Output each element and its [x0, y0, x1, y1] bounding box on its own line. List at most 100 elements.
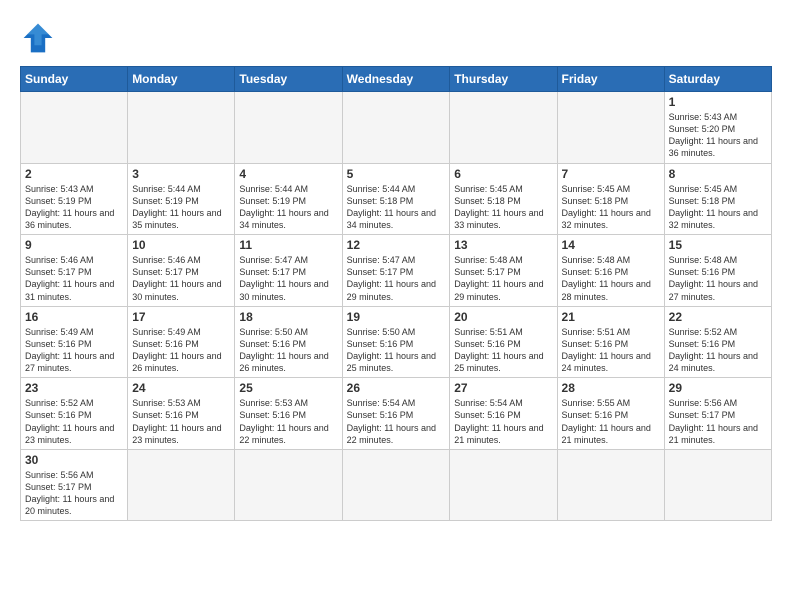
calendar-cell: 6 Sunrise: 5:45 AMSunset: 5:18 PMDaylight… [450, 163, 557, 235]
calendar-week-row: 23Sunrise: 5:52 AMSunset: 5:16 PMDayligh… [21, 378, 772, 450]
calendar-cell: 8 Sunrise: 5:45 AMSunset: 5:18 PMDaylight… [664, 163, 771, 235]
cell-content: Sunrise: 5:48 AMSunset: 5:16 PMDaylight:… [669, 254, 767, 303]
calendar-cell: 15Sunrise: 5:48 AMSunset: 5:16 PMDayligh… [664, 235, 771, 307]
calendar-cell: 11 Sunrise: 5:47 AMSunset: 5:17 PMDayligh… [235, 235, 342, 307]
calendar-table: SundayMondayTuesdayWednesdayThursdayFrid… [20, 66, 772, 521]
cell-content: Sunrise: 5:49 AMSunset: 5:16 PMDaylight:… [132, 326, 230, 375]
cell-content: Sunrise: 5:51 AMSunset: 5:16 PMDaylight:… [562, 326, 660, 375]
day-number: 14 [562, 238, 660, 252]
cell-content: Sunrise: 5:56 AMSunset: 5:17 PMDaylight:… [25, 469, 123, 518]
day-number: 26 [347, 381, 446, 395]
day-number: 1 [669, 95, 767, 109]
calendar-cell: 1 Sunrise: 5:43 AMSunset: 5:20 PMDaylight… [664, 92, 771, 164]
cell-content: Sunrise: 5:56 AMSunset: 5:17 PMDaylight:… [669, 397, 767, 446]
cell-content: Sunrise: 5:46 AMSunset: 5:17 PMDaylight:… [25, 254, 123, 303]
calendar-week-row: 2 Sunrise: 5:43 AMSunset: 5:19 PMDaylight… [21, 163, 772, 235]
calendar-cell: 10 Sunrise: 5:46 AMSunset: 5:17 PMDayligh… [128, 235, 235, 307]
day-number: 5 [347, 167, 446, 181]
day-number: 22 [669, 310, 767, 324]
cell-content: Sunrise: 5:46 AMSunset: 5:17 PMDaylight:… [132, 254, 230, 303]
calendar-cell [557, 92, 664, 164]
day-number: 10 [132, 238, 230, 252]
cell-content: Sunrise: 5:47 AMSunset: 5:17 PMDaylight:… [347, 254, 446, 303]
day-number: 11 [239, 238, 337, 252]
day-number: 18 [239, 310, 337, 324]
calendar-header-row: SundayMondayTuesdayWednesdayThursdayFrid… [21, 67, 772, 92]
calendar-week-row: 1 Sunrise: 5:43 AMSunset: 5:20 PMDaylight… [21, 92, 772, 164]
calendar-cell: 19 Sunrise: 5:50 AMSunset: 5:16 PMDayligh… [342, 306, 450, 378]
day-header-thursday: Thursday [450, 67, 557, 92]
day-number: 8 [669, 167, 767, 181]
cell-content: Sunrise: 5:50 AMSunset: 5:16 PMDaylight:… [239, 326, 337, 375]
calendar-cell [128, 92, 235, 164]
cell-content: Sunrise: 5:45 AMSunset: 5:18 PMDaylight:… [454, 183, 552, 232]
calendar-cell: 7Sunrise: 5:45 AMSunset: 5:18 PMDaylight… [557, 163, 664, 235]
calendar-cell: 22 Sunrise: 5:52 AMSunset: 5:16 PMDayligh… [664, 306, 771, 378]
day-number: 6 [454, 167, 552, 181]
cell-content: Sunrise: 5:43 AMSunset: 5:19 PMDaylight:… [25, 183, 123, 232]
cell-content: Sunrise: 5:48 AMSunset: 5:16 PMDaylight:… [562, 254, 660, 303]
cell-content: Sunrise: 5:48 AMSunset: 5:17 PMDaylight:… [454, 254, 552, 303]
calendar-cell [664, 449, 771, 521]
day-number: 24 [132, 381, 230, 395]
day-number: 19 [347, 310, 446, 324]
cell-content: Sunrise: 5:55 AMSunset: 5:16 PMDaylight:… [562, 397, 660, 446]
day-header-saturday: Saturday [664, 67, 771, 92]
day-number: 9 [25, 238, 123, 252]
day-number: 4 [239, 167, 337, 181]
calendar-cell [235, 449, 342, 521]
day-number: 17 [132, 310, 230, 324]
cell-content: Sunrise: 5:52 AMSunset: 5:16 PMDaylight:… [669, 326, 767, 375]
page-header [20, 20, 772, 56]
calendar-cell: 26 Sunrise: 5:54 AMSunset: 5:16 PMDayligh… [342, 378, 450, 450]
day-number: 13 [454, 238, 552, 252]
calendar-cell: 17 Sunrise: 5:49 AMSunset: 5:16 PMDayligh… [128, 306, 235, 378]
day-number: 3 [132, 167, 230, 181]
cell-content: Sunrise: 5:47 AMSunset: 5:17 PMDaylight:… [239, 254, 337, 303]
day-number: 21 [562, 310, 660, 324]
day-number: 27 [454, 381, 552, 395]
calendar-cell: 14 Sunrise: 5:48 AMSunset: 5:16 PMDayligh… [557, 235, 664, 307]
day-number: 12 [347, 238, 446, 252]
day-header-monday: Monday [128, 67, 235, 92]
calendar-cell: 23Sunrise: 5:52 AMSunset: 5:16 PMDayligh… [21, 378, 128, 450]
day-header-wednesday: Wednesday [342, 67, 450, 92]
day-header-sunday: Sunday [21, 67, 128, 92]
calendar-cell: 13 Sunrise: 5:48 AMSunset: 5:17 PMDayligh… [450, 235, 557, 307]
calendar-cell: 3Sunrise: 5:44 AMSunset: 5:19 PMDaylight… [128, 163, 235, 235]
calendar-cell [128, 449, 235, 521]
calendar-cell [21, 92, 128, 164]
calendar-week-row: 9 Sunrise: 5:46 AMSunset: 5:17 PMDaylight… [21, 235, 772, 307]
day-number: 28 [562, 381, 660, 395]
calendar-cell [557, 449, 664, 521]
day-number: 20 [454, 310, 552, 324]
cell-content: Sunrise: 5:43 AMSunset: 5:20 PMDaylight:… [669, 111, 767, 160]
calendar-cell: 24Sunrise: 5:53 AMSunset: 5:16 PMDayligh… [128, 378, 235, 450]
cell-content: Sunrise: 5:44 AMSunset: 5:18 PMDaylight:… [347, 183, 446, 232]
calendar-cell [235, 92, 342, 164]
day-number: 16 [25, 310, 123, 324]
logo [20, 20, 60, 56]
cell-content: Sunrise: 5:51 AMSunset: 5:16 PMDaylight:… [454, 326, 552, 375]
day-number: 2 [25, 167, 123, 181]
cell-content: Sunrise: 5:49 AMSunset: 5:16 PMDaylight:… [25, 326, 123, 375]
calendar-cell: 28 Sunrise: 5:55 AMSunset: 5:16 PMDayligh… [557, 378, 664, 450]
day-number: 7 [562, 167, 660, 181]
calendar-cell: 12 Sunrise: 5:47 AMSunset: 5:17 PMDayligh… [342, 235, 450, 307]
logo-icon [20, 20, 56, 56]
cell-content: Sunrise: 5:45 AMSunset: 5:18 PMDaylight:… [669, 183, 767, 232]
calendar-cell: 30 Sunrise: 5:56 AMSunset: 5:17 PMDayligh… [21, 449, 128, 521]
calendar-cell: 27 Sunrise: 5:54 AMSunset: 5:16 PMDayligh… [450, 378, 557, 450]
calendar-cell [342, 449, 450, 521]
day-header-friday: Friday [557, 67, 664, 92]
cell-content: Sunrise: 5:54 AMSunset: 5:16 PMDaylight:… [454, 397, 552, 446]
calendar-cell: 25Sunrise: 5:53 AMSunset: 5:16 PMDayligh… [235, 378, 342, 450]
calendar-cell: 2 Sunrise: 5:43 AMSunset: 5:19 PMDaylight… [21, 163, 128, 235]
calendar-cell [450, 449, 557, 521]
calendar-week-row: 16 Sunrise: 5:49 AMSunset: 5:16 PMDayligh… [21, 306, 772, 378]
calendar-cell: 29Sunrise: 5:56 AMSunset: 5:17 PMDayligh… [664, 378, 771, 450]
cell-content: Sunrise: 5:54 AMSunset: 5:16 PMDaylight:… [347, 397, 446, 446]
cell-content: Sunrise: 5:50 AMSunset: 5:16 PMDaylight:… [347, 326, 446, 375]
day-number: 30 [25, 453, 123, 467]
day-number: 25 [239, 381, 337, 395]
